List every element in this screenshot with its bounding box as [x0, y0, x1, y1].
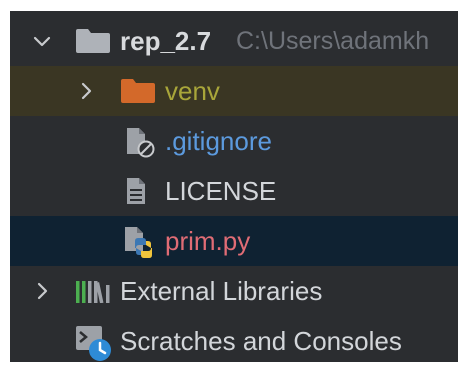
chevron-right-icon[interactable] [76, 81, 96, 101]
tree-item-label: LICENSE [165, 176, 277, 206]
folder-icon [121, 79, 155, 103]
tree-item-label: venv [165, 76, 220, 106]
ignored-file-icon [125, 126, 155, 158]
tree-row-prim-py[interactable]: prim.py [10, 216, 458, 266]
folder-icon [76, 29, 110, 53]
tree-row-project-root[interactable]: rep_2.7 C:\Users\adamkh [10, 16, 458, 66]
library-icon [76, 279, 112, 303]
project-name: rep_2.7 [120, 26, 212, 56]
python-file-icon [123, 225, 155, 259]
tree-item-label: prim.py [165, 226, 251, 256]
project-tree-panel: rep_2.7 C:\Users\adamkh venv .gitignore [10, 11, 458, 362]
scratches-label: Scratches and Consoles [120, 326, 402, 356]
project-path: C:\Users\adamkh [236, 27, 430, 55]
chevron-down-icon[interactable] [32, 31, 52, 51]
external-libraries-label: External Libraries [120, 276, 323, 306]
tree-row-license[interactable]: LICENSE [10, 166, 458, 216]
tree-row-gitignore[interactable]: .gitignore [10, 116, 458, 166]
tree-row-scratches[interactable]: Scratches and Consoles [10, 316, 458, 362]
tree-row-external-libraries[interactable]: External Libraries [10, 266, 458, 316]
chevron-right-icon[interactable] [32, 281, 52, 301]
text-file-icon [125, 176, 149, 208]
tree-row-venv[interactable]: venv [10, 66, 458, 116]
tree-item-label: .gitignore [165, 126, 272, 156]
scratches-icon [76, 326, 112, 362]
